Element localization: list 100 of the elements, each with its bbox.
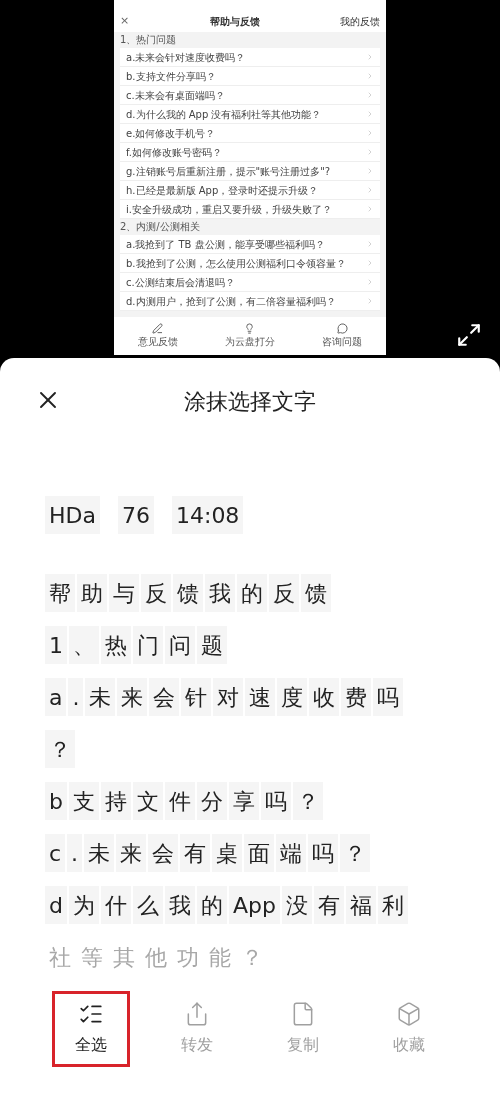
chevron-icon	[366, 297, 374, 305]
question-row: b.我抢到了公测，怎么使用公测福利口令领容量？	[120, 254, 380, 273]
question-row: a.未来会针对速度收费吗？	[120, 48, 380, 67]
text-token[interactable]: 福	[345, 886, 376, 924]
text-token[interactable]: 吗	[373, 678, 404, 716]
section-title: 2、内测/公测相关	[119, 220, 201, 234]
text-token[interactable]: 馈	[173, 574, 203, 612]
chevron-icon	[366, 91, 374, 99]
text-token[interactable]: 为	[68, 886, 99, 924]
text-token[interactable]: 助	[77, 574, 107, 612]
text-token[interactable]: 未	[84, 834, 115, 872]
section-title: 1、热门问题	[119, 33, 178, 47]
text-token[interactable]: 会	[148, 834, 179, 872]
text-token[interactable]: 的	[237, 574, 267, 612]
text-token[interactable]: 分	[196, 782, 227, 820]
text-token[interactable]: ？	[340, 834, 371, 872]
chevron-icon	[366, 259, 374, 267]
text-token[interactable]: d	[45, 886, 67, 924]
text-token[interactable]: 吗	[308, 834, 339, 872]
screen-title: 帮助与反馈	[209, 14, 260, 29]
text-token[interactable]: 会	[149, 678, 180, 716]
text-token[interactable]: ？	[292, 782, 323, 820]
question-row: g.注销账号后重新注册，提示"账号注册过多"?	[120, 162, 380, 181]
chevron-icon	[366, 110, 374, 118]
bar-label: 为云盘打分	[225, 335, 275, 349]
text-token[interactable]: 速	[245, 678, 276, 716]
text-token[interactable]: 针	[181, 678, 212, 716]
question-row: h.已经是最新版 App，登录时还提示升级？	[120, 181, 380, 200]
question-row: b.支持文件分享吗？	[120, 67, 380, 86]
chevron-icon	[366, 186, 374, 194]
text-token[interactable]: 收	[309, 678, 340, 716]
action-button[interactable]: 全选	[52, 991, 130, 1067]
text-token[interactable]: b	[45, 782, 67, 820]
text-token[interactable]: 有	[313, 886, 344, 924]
text-token[interactable]: 持	[100, 782, 131, 820]
feedback-link: 我的反馈	[340, 14, 380, 29]
text-token[interactable]: 来	[116, 834, 147, 872]
lightbulb-icon	[244, 323, 256, 334]
text-token[interactable]: a	[45, 678, 67, 716]
text-token[interactable]: 有	[180, 834, 211, 872]
sheet-title: 涂抹选择文字	[184, 387, 316, 416]
text-token[interactable]: 享	[228, 782, 259, 820]
chat-icon	[336, 323, 348, 334]
text-token[interactable]: 没	[281, 886, 312, 924]
text-token[interactable]: 吗	[260, 782, 291, 820]
chevron-icon	[366, 167, 374, 175]
text-token[interactable]: 反	[269, 574, 299, 612]
text-token[interactable]: 我	[205, 574, 235, 612]
chevron-icon	[366, 148, 374, 156]
text-token[interactable]: 1	[45, 626, 67, 664]
chevron-icon	[366, 129, 374, 137]
text-token[interactable]: 费	[341, 678, 372, 716]
text-token[interactable]: c	[45, 834, 66, 872]
text-token[interactable]: 问	[165, 626, 195, 664]
text-token[interactable]: 文	[132, 782, 163, 820]
cube-icon	[396, 1001, 422, 1027]
text-token[interactable]: 、	[69, 626, 99, 664]
text-token[interactable]: 门	[133, 626, 163, 664]
text-token[interactable]: 件	[164, 782, 195, 820]
text-token[interactable]: 么	[132, 886, 163, 924]
question-row: a.我抢到了 TB 盘公测，能享受哪些福利吗？	[120, 235, 380, 254]
chevron-icon	[366, 205, 374, 213]
text-token[interactable]: ？	[45, 730, 75, 768]
text-token[interactable]: 桌	[212, 834, 243, 872]
text-token[interactable]: 支	[68, 782, 99, 820]
text-token[interactable]: 利	[377, 886, 408, 924]
text-token[interactable]: 什	[100, 886, 131, 924]
text-token[interactable]: .	[67, 834, 83, 872]
text-token[interactable]: 反	[141, 574, 171, 612]
text-token[interactable]: 馈	[301, 574, 331, 612]
text-token[interactable]: 与	[109, 574, 139, 612]
chevron-icon	[366, 278, 374, 286]
text-token[interactable]: 热	[101, 626, 131, 664]
text-token[interactable]: 来	[117, 678, 148, 716]
screenshot-preview[interactable]	[114, 0, 386, 355]
text-token[interactable]: 度	[277, 678, 308, 716]
text-token[interactable]: 的	[196, 886, 227, 924]
pen-icon	[152, 323, 164, 334]
text-token[interactable]: HDa	[45, 496, 100, 534]
text-token[interactable]: .	[68, 678, 84, 716]
text-token[interactable]: 帮	[45, 574, 75, 612]
text-token[interactable]: 面	[244, 834, 275, 872]
question-row: i.安全升级成功，重启又要升级，升级失败了？	[120, 200, 380, 219]
text-token[interactable]: 76	[117, 496, 154, 534]
text-token[interactable]: 端	[276, 834, 307, 872]
text-token[interactable]: App	[228, 886, 280, 924]
chevron-icon	[366, 72, 374, 80]
close-label: ×	[120, 12, 130, 29]
text-token[interactable]: 对	[213, 678, 244, 716]
chevron-icon	[366, 53, 374, 61]
chevron-icon	[366, 240, 374, 248]
expand-icon[interactable]	[456, 322, 482, 348]
bar-label: 咨询问题	[322, 335, 363, 349]
bar-label: 意见反馈	[137, 335, 178, 349]
text-token[interactable]: 题	[197, 626, 227, 664]
text-token[interactable]: 14:08	[171, 496, 244, 534]
question-row: e.如何修改手机号？	[120, 124, 380, 143]
question-row: d.内测用户，抢到了公测，有二倍容量福利吗？	[120, 292, 380, 311]
text-token[interactable]: 未	[85, 678, 116, 716]
text-token[interactable]: 我	[164, 886, 195, 924]
